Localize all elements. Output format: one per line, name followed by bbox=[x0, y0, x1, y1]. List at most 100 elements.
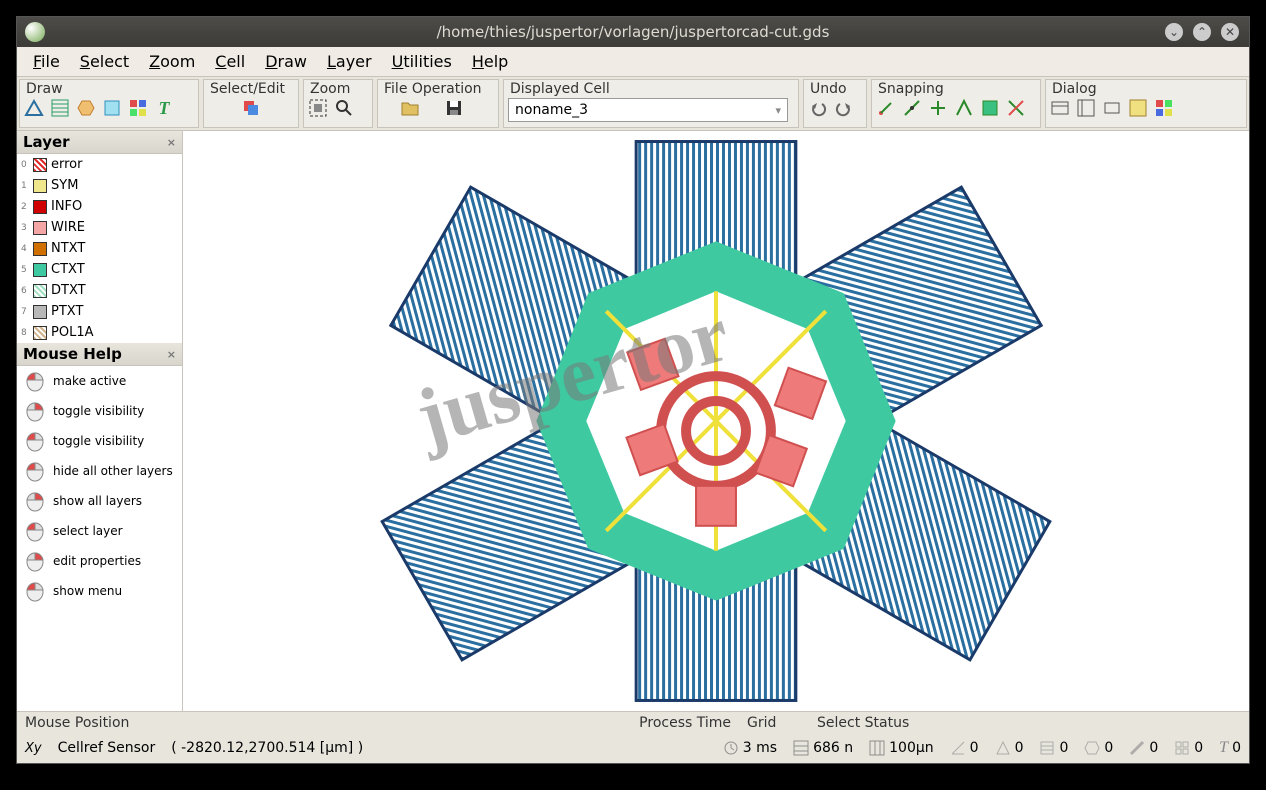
layer-panel-header: Layer × bbox=[17, 131, 182, 154]
file-save-icon[interactable] bbox=[444, 98, 464, 118]
mouse-icon bbox=[21, 460, 49, 482]
layer-num: 5 bbox=[21, 265, 29, 275]
file-open-icon[interactable] bbox=[400, 98, 420, 118]
layer-row-ntxt[interactable]: 4 NTXT bbox=[17, 238, 182, 259]
mousehelp-panel-close-icon[interactable]: × bbox=[167, 348, 176, 361]
menu-zoom[interactable]: Zoom bbox=[139, 48, 205, 75]
sel-line-icon bbox=[1129, 740, 1145, 756]
toolgroup-displayedcell: Displayed Cell noname_3 ▾ bbox=[503, 79, 799, 128]
layer-swatch-icon bbox=[33, 263, 47, 277]
draw-text-icon[interactable]: T bbox=[154, 98, 174, 118]
menu-select[interactable]: Select bbox=[70, 48, 139, 75]
titlebar[interactable]: /home/thies/juspertor/vorlagen/juspertor… bbox=[17, 17, 1249, 47]
layer-row-error[interactable]: 0error bbox=[17, 154, 182, 175]
layer-panel-close-icon[interactable]: × bbox=[167, 136, 176, 149]
selectedit-tool-icon[interactable] bbox=[241, 98, 261, 118]
layer-name: NTXT bbox=[51, 241, 85, 256]
draw-grid-icon[interactable] bbox=[128, 98, 148, 118]
snap-5-icon[interactable] bbox=[980, 98, 1000, 118]
menu-help[interactable]: Help bbox=[462, 48, 518, 75]
toolgroup-draw-label: Draw bbox=[24, 81, 194, 98]
grid1-value: 686 n bbox=[813, 740, 853, 756]
side-panel: Layer × 0error1SYM2INFO3WIRE 4 NTXT 5CTXT6D… bbox=[17, 131, 183, 711]
maximize-button[interactable]: ⌃ bbox=[1193, 23, 1211, 41]
layer-num: 4 bbox=[21, 244, 29, 254]
sel-tri-value: 0 bbox=[1015, 740, 1024, 756]
layer-swatch-icon bbox=[33, 200, 47, 214]
sel-hatch-value: 0 bbox=[1059, 740, 1068, 756]
mousehelp-row: make active bbox=[17, 366, 182, 396]
layer-row-sym[interactable]: 1SYM bbox=[17, 175, 182, 196]
redo-icon[interactable] bbox=[834, 98, 854, 118]
draw-triangle-icon[interactable] bbox=[24, 98, 44, 118]
dialog-3-icon[interactable] bbox=[1102, 98, 1122, 118]
dialog-5-icon[interactable] bbox=[1154, 98, 1174, 118]
mouseposition-label: Mouse Position bbox=[25, 715, 129, 731]
dialog-1-icon[interactable] bbox=[1050, 98, 1070, 118]
zoom-fit-icon[interactable] bbox=[308, 98, 328, 118]
toolgroup-selectedit: Select/Edit bbox=[203, 79, 299, 128]
toolgroup-snapping-label: Snapping bbox=[876, 81, 1036, 98]
menu-cell[interactable]: Cell bbox=[205, 48, 255, 75]
minimize-button[interactable]: ⌄ bbox=[1165, 23, 1183, 41]
canvas-svg bbox=[183, 131, 1249, 711]
layer-row-pol1a[interactable]: 8POL1A bbox=[17, 322, 182, 343]
mousehelp-row: show menu bbox=[17, 576, 182, 606]
mouse-icon bbox=[21, 430, 49, 452]
mousehelp-label: show menu bbox=[53, 584, 122, 598]
snap-3-icon[interactable] bbox=[928, 98, 948, 118]
mousehelp-label: toggle visibility bbox=[53, 434, 144, 448]
mouse-icon bbox=[21, 400, 49, 422]
draw-square-icon[interactable] bbox=[102, 98, 122, 118]
draw-hexagon-icon[interactable] bbox=[76, 98, 96, 118]
sel-box-value: 0 bbox=[1194, 740, 1203, 756]
snap-2-icon[interactable] bbox=[902, 98, 922, 118]
sel-hatch-icon bbox=[1039, 740, 1055, 756]
menu-file[interactable]: File bbox=[23, 48, 70, 75]
layout-canvas[interactable]: juspertor bbox=[183, 131, 1249, 711]
layer-row-wire[interactable]: 3WIRE bbox=[17, 217, 182, 238]
layer-list: 0error1SYM2INFO3WIRE 4 NTXT 5CTXT6DTXT7PTXT… bbox=[17, 154, 182, 343]
snap-1-icon[interactable] bbox=[876, 98, 896, 118]
layer-panel-title: Layer bbox=[23, 133, 70, 151]
sel-line-value: 0 bbox=[1149, 740, 1158, 756]
layer-num: 2 bbox=[21, 202, 29, 212]
layer-row-info[interactable]: 2INFO bbox=[17, 196, 182, 217]
layer-row-ptxt[interactable]: 7PTXT bbox=[17, 301, 182, 322]
layer-row-dtxt[interactable]: 6DTXT bbox=[17, 280, 182, 301]
sel-tri-icon bbox=[995, 740, 1011, 756]
app-window: /home/thies/juspertor/vorlagen/juspertor… bbox=[16, 16, 1250, 764]
grid-label: Grid bbox=[747, 715, 776, 731]
menu-utilities[interactable]: Utilities bbox=[382, 48, 462, 75]
sel-angle-value: 0 bbox=[970, 740, 979, 756]
mousehelp-row: toggle visibility bbox=[17, 396, 182, 426]
displayed-cell-select[interactable]: noname_3 ▾ bbox=[508, 98, 788, 122]
status-bar: Mouse Position Process Time Grid Select … bbox=[17, 711, 1249, 763]
toolgroup-dialog-label: Dialog bbox=[1050, 81, 1242, 98]
layer-row-ctxt[interactable]: 5CTXT bbox=[17, 259, 182, 280]
sel-angle-icon bbox=[950, 740, 966, 756]
undo-icon[interactable] bbox=[808, 98, 828, 118]
draw-hatch-icon[interactable] bbox=[50, 98, 70, 118]
mousehelp-row: hide all other layers bbox=[17, 456, 182, 486]
dropdown-arrow-icon: ▾ bbox=[775, 104, 781, 117]
snap-6-icon[interactable] bbox=[1006, 98, 1026, 118]
layer-name: POL1A bbox=[51, 325, 93, 340]
dialog-2-icon[interactable] bbox=[1076, 98, 1096, 118]
mousehelp-panel-header: Mouse Help × bbox=[17, 343, 182, 366]
close-button[interactable]: ✕ bbox=[1221, 23, 1239, 41]
sel-poly-icon bbox=[1084, 740, 1100, 756]
sel-poly-value: 0 bbox=[1104, 740, 1113, 756]
mouse-icon bbox=[21, 370, 49, 392]
snap-4-icon[interactable] bbox=[954, 98, 974, 118]
zoom-magnify-icon[interactable] bbox=[334, 98, 354, 118]
mousehelp-panel-title: Mouse Help bbox=[23, 345, 122, 363]
menu-draw[interactable]: Draw bbox=[255, 48, 317, 75]
mousehelp-list: make activetoggle visibilitytoggle visib… bbox=[17, 366, 182, 711]
processtime-value: 3 ms bbox=[743, 740, 777, 756]
menu-layer[interactable]: Layer bbox=[317, 48, 382, 75]
layer-swatch-icon bbox=[33, 284, 47, 298]
coords-value: ( -2820.12,2700.514 [µm] ) bbox=[171, 740, 363, 756]
dialog-4-icon[interactable] bbox=[1128, 98, 1148, 118]
mousehelp-label: edit properties bbox=[53, 554, 141, 568]
